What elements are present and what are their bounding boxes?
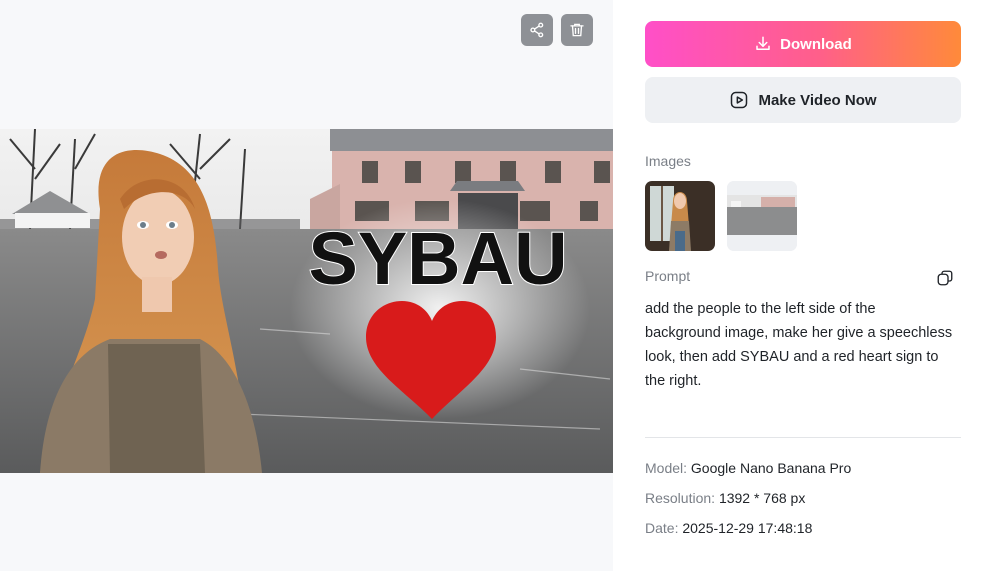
resolution-label: Resolution: <box>645 490 716 506</box>
images-section-label: Images <box>645 153 691 169</box>
copy-prompt-button[interactable] <box>934 267 956 289</box>
trash-icon <box>570 23 584 37</box>
delete-button[interactable] <box>561 14 593 46</box>
model-value: Google Nano Banana Pro <box>690 460 852 476</box>
download-label: Download <box>780 35 852 53</box>
resolution-value: 1392 * 768 px <box>718 490 806 506</box>
date-value: 2025-12-29 17:48:18 <box>682 520 813 536</box>
image-thumbnail-background[interactable] <box>727 181 797 251</box>
resolution-row: Resolution: 1392 * 768 px <box>645 490 805 506</box>
download-button[interactable]: Download <box>645 21 961 67</box>
sybau-overlay-text: SYBAU <box>308 217 567 300</box>
prompt-text: add the people to the left side of the b… <box>645 301 953 389</box>
copy-icon <box>937 270 953 286</box>
details-panel: Download Make Video Now Images Prompt ad… <box>613 0 989 571</box>
date-row: Date: 2025-12-29 17:48:18 <box>645 520 812 536</box>
model-row: Model: Google Nano Banana Pro <box>645 460 851 476</box>
prompt-section-label: Prompt <box>645 268 691 284</box>
date-label: Date: <box>645 520 679 536</box>
share-button[interactable] <box>521 14 553 46</box>
divider <box>645 437 961 438</box>
share-icon <box>530 22 544 38</box>
make-video-button[interactable]: Make Video Now <box>645 77 961 123</box>
preview-canvas: SYBAU <box>0 0 613 571</box>
download-icon <box>756 36 770 50</box>
make-video-label: Make Video Now <box>758 91 877 109</box>
image-thumbnail-woman[interactable] <box>645 181 715 251</box>
generated-image[interactable]: SYBAU <box>0 129 613 473</box>
play-icon <box>731 91 748 109</box>
model-label: Model: <box>645 460 688 476</box>
